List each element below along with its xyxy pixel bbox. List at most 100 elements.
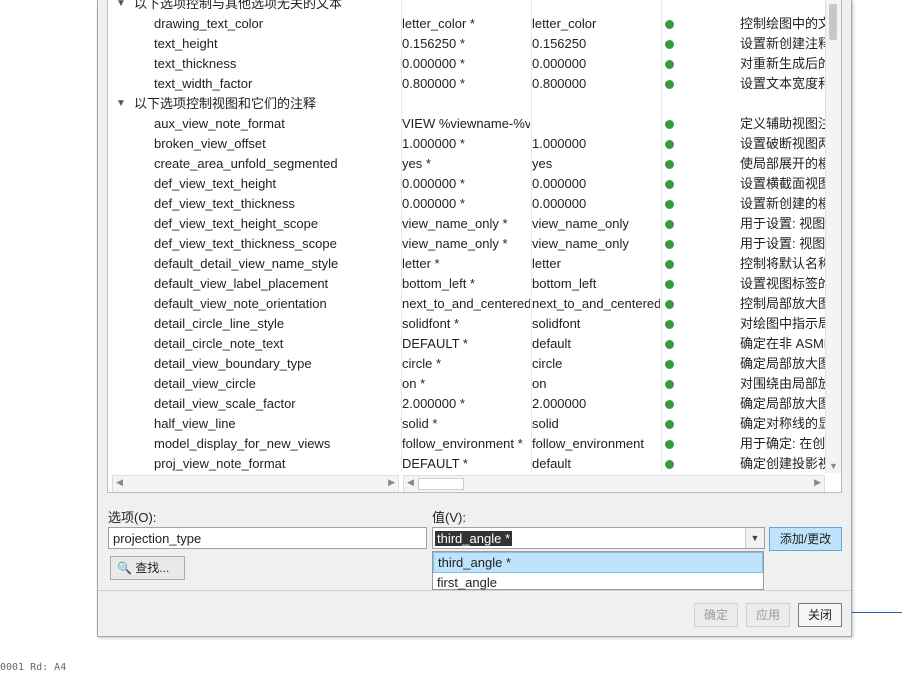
- table-row[interactable]: detail_view_scale_factor 2.000000 * 2.0000…: [108, 394, 830, 414]
- status-dot-icon: [665, 314, 675, 335]
- ok-button[interactable]: 确定: [694, 603, 738, 627]
- table-row[interactable]: detail_circle_line_style solidfont * solid…: [108, 314, 830, 335]
- table-row[interactable]: model_display_for_new_views follow_enviro…: [108, 434, 830, 454]
- value-dropdown-list: third_angle * first_angle: [432, 551, 764, 590]
- option-value-cell: 0.000000 *: [402, 56, 465, 71]
- option-name-cell: text_width_factor: [154, 76, 253, 91]
- option-name-cell: detail_circle_line_style: [154, 316, 285, 331]
- option-description-cell: 设置文本宽度和: [740, 76, 830, 91]
- dropdown-option-third-angle[interactable]: third_angle *: [433, 552, 763, 573]
- table-row[interactable]: default_view_note_orientation next_to_and…: [108, 294, 830, 315]
- option-description-cell: 对绘图中指示局: [740, 316, 830, 331]
- option-value-cell: 2.000000 *: [402, 396, 465, 411]
- table-row[interactable]: text_thickness 0.000000 * 0.000000 对重新生成后的: [108, 54, 830, 75]
- option-description-cell: 确定对称线的显: [740, 416, 830, 431]
- option-value-cell: yes *: [402, 156, 431, 171]
- option-value-cell: DEFAULT *: [402, 336, 468, 351]
- vertical-scrollbar[interactable]: ▼: [825, 0, 841, 473]
- table-row[interactable]: broken_view_offset 1.000000 * 1.000000 设置破断…: [108, 134, 830, 154]
- option-input[interactable]: projection_type: [108, 527, 427, 549]
- horizontal-scroll-thumb[interactable]: [418, 478, 464, 490]
- option-value-cell: letter *: [402, 256, 440, 271]
- table-row[interactable]: detail_view_circle on * on 对围绕由局部放: [108, 374, 830, 395]
- option-default-cell: default: [532, 336, 572, 351]
- option-default-cell: 0.800000: [532, 76, 587, 91]
- table-row[interactable]: text_width_factor 0.800000 * 0.800000 设置文本宽…: [108, 74, 830, 95]
- option-value-cell: bottom_left *: [402, 276, 475, 291]
- scroll-right-arrow-icon[interactable]: ▶: [388, 477, 395, 488]
- scroll-down-arrow-icon[interactable]: ▼: [829, 461, 838, 471]
- status-dot-icon: [665, 74, 675, 95]
- scroll-left-arrow-icon[interactable]: ◀: [407, 477, 414, 488]
- option-name-cell: proj_view_note_format: [154, 456, 286, 471]
- option-default-cell: 0.156250: [532, 36, 587, 51]
- table-row[interactable]: def_view_text_thickness_scope view_name_o…: [108, 234, 830, 254]
- vertical-scroll-thumb[interactable]: [829, 4, 837, 40]
- find-button[interactable]: 🔍 查找...: [110, 556, 185, 580]
- option-description-cell: 控制绘图中的文: [740, 16, 830, 31]
- name-column-hscrollbar[interactable]: ◀ ▶: [112, 475, 399, 492]
- table-row[interactable]: proj_view_note_format DEFAULT * default 确定创…: [108, 454, 830, 474]
- option-value-cell: solidfont *: [402, 316, 460, 331]
- value-combobox[interactable]: third_angle * ▼: [432, 527, 765, 549]
- status-dot-icon: [665, 54, 675, 75]
- table-row[interactable]: detail_view_boundary_type circle * circle 确…: [108, 354, 830, 375]
- table-row[interactable]: def_view_text_height 0.000000 * 0.000000 设置…: [108, 174, 830, 194]
- option-name-cell: def_view_text_thickness: [154, 196, 295, 211]
- option-name-cell: half_view_line: [154, 416, 236, 431]
- scroll-right-arrow-icon[interactable]: ▶: [814, 477, 821, 488]
- option-description-cell: 定义辅助视图注: [740, 116, 830, 131]
- table-group-row[interactable]: ▼ 以下选项控制与其他选项无关的文本: [108, 0, 824, 14]
- option-description-cell: 设置横截面视图: [740, 176, 830, 191]
- dropdown-option-first-angle[interactable]: first_angle: [433, 573, 763, 592]
- table-row[interactable]: half_view_line solid * solid 确定对称线的显: [108, 414, 830, 434]
- option-description-cell: 确定在非 ASME: [740, 336, 830, 351]
- option-default-cell: letter: [532, 256, 561, 271]
- table-row[interactable]: def_view_text_thickness 0.000000 * 0.00000…: [108, 194, 830, 214]
- option-description-cell: 使局部展开的横: [740, 156, 830, 171]
- table-row[interactable]: drawing_text_color letter_color * letter_c…: [108, 14, 830, 35]
- search-icon: 🔍: [117, 561, 132, 575]
- option-default-cell: 2.000000: [532, 396, 587, 411]
- option-description-cell: 确定局部放大图: [740, 356, 830, 371]
- expand-triangle-icon[interactable]: ▼: [116, 94, 126, 114]
- table-row[interactable]: aux_view_note_format VIEW %viewname-%vi 定义…: [108, 114, 830, 134]
- option-value-cell: view_name_only *: [402, 216, 508, 231]
- option-description-cell: 设置视图标签的: [740, 276, 830, 291]
- scroll-left-arrow-icon[interactable]: ◀: [116, 477, 123, 488]
- status-dot-icon: [665, 294, 675, 315]
- expand-triangle-icon[interactable]: ▼: [116, 0, 126, 14]
- status-dot-icon: [665, 374, 675, 395]
- option-value-cell: 0.800000 *: [402, 76, 465, 91]
- option-default-cell: default: [532, 456, 572, 471]
- table-row[interactable]: default_detail_view_name_style letter * le…: [108, 254, 830, 275]
- status-dot-icon: [665, 254, 675, 275]
- status-dot-icon: [665, 354, 675, 375]
- value-column-hscrollbar[interactable]: ◀ ▶: [403, 475, 825, 492]
- table-row[interactable]: def_view_text_height_scope view_name_only…: [108, 214, 830, 234]
- option-default-cell: yes: [532, 156, 553, 171]
- option-name-cell: text_thickness: [154, 56, 237, 71]
- option-description-cell: 用于设置: 视图文: [740, 236, 830, 251]
- option-name-cell: default_view_label_placement: [154, 276, 329, 291]
- option-name-cell: broken_view_offset: [154, 136, 266, 151]
- close-button[interactable]: 关闭: [798, 603, 842, 627]
- option-description-cell: 设置破断视图两: [740, 136, 830, 151]
- table-row[interactable]: detail_circle_note_text DEFAULT * default 确…: [108, 334, 830, 354]
- table-group-row[interactable]: ▼ 以下选项控制视图和它们的注释: [108, 94, 824, 114]
- table-row[interactable]: text_height 0.156250 * 0.156250 设置新创建注释: [108, 34, 830, 54]
- table-row[interactable]: default_view_label_placement bottom_left …: [108, 274, 830, 294]
- option-default-cell: 1.000000: [532, 136, 587, 151]
- apply-button[interactable]: 应用: [746, 603, 790, 627]
- options-dialog: ▼ 以下选项控制与其他选项无关的文本 drawing_text_color lette…: [97, 0, 852, 637]
- option-name-cell: detail_view_circle: [154, 376, 256, 391]
- table-row[interactable]: create_area_unfold_segmented yes * yes 使局部展…: [108, 154, 830, 175]
- status-dot-icon: [665, 14, 675, 35]
- option-default-cell: 0.000000: [532, 196, 587, 211]
- chevron-down-icon[interactable]: ▼: [745, 528, 764, 548]
- add-change-button[interactable]: 添加/更改: [769, 527, 842, 551]
- option-value-cell: 0.156250 *: [402, 36, 465, 51]
- option-description-cell: 控制局部放大图: [740, 296, 830, 311]
- option-value-cell: letter_color *: [402, 16, 475, 31]
- status-dot-icon: [665, 154, 675, 175]
